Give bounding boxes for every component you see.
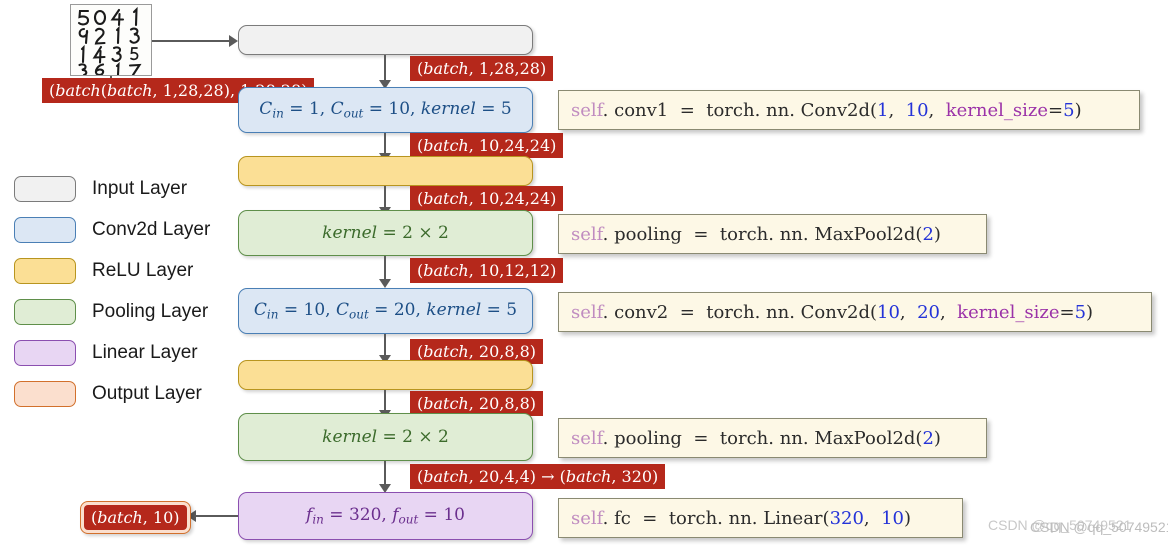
legend-item-linear: Linear Layer: [14, 332, 229, 373]
layer-box-relu1[interactable]: [238, 156, 533, 186]
legend-label-linear: Linear Layer: [92, 341, 198, 363]
layer-label-fc: fin = 320, fout = 10: [306, 505, 465, 527]
arrow-line-input-conv1: [384, 55, 387, 83]
shape-badge-7: (batch, 20,4,4) → (batch, 320): [410, 464, 666, 489]
layer-box-conv2[interactable]: Cin = 10, Cout = 20, kernel = 5: [238, 288, 533, 334]
layer-box-pool1[interactable]: kernel = 2 × 2: [238, 210, 533, 256]
shape-badge-2-text: (batch, 10,24,24): [410, 133, 564, 158]
code-text-conv2: self. conv2 = torch. nn. Conv2d(10, 20, …: [571, 301, 1094, 323]
code-text-fc: self. fc = torch. nn. Linear(320, 10): [571, 507, 912, 529]
mnist-to-input-line: [152, 40, 230, 43]
shape-badge-2: (batch, 10,24,24): [410, 133, 564, 158]
legend-item-conv2d: Conv2d Layer: [14, 209, 229, 250]
code-box-conv2[interactable]: self. conv2 = torch. nn. Conv2d(10, 20, …: [558, 292, 1152, 332]
output-badge: (batch, 10): [80, 501, 191, 534]
code-text-pool1: self. pooling = torch. nn. MaxPool2d(2): [571, 223, 941, 245]
code-text-conv1: self. conv1 = torch. nn. Conv2d(1, 10, k…: [571, 99, 1082, 121]
layer-box-pool2[interactable]: kernel = 2 × 2: [238, 413, 533, 461]
layer-box-conv1[interactable]: Cin = 1, Cout = 10, kernel = 5: [238, 87, 533, 133]
layer-box-fc[interactable]: fin = 320, fout = 10: [238, 492, 533, 540]
code-box-pool1[interactable]: self. pooling = torch. nn. MaxPool2d(2): [558, 214, 987, 254]
shape-badge-4-text: (batch, 10,12,12): [410, 258, 564, 283]
legend-item-pooling: Pooling Layer: [14, 291, 229, 332]
diagram-canvas: (batch(batch, 1,28,28), 1,28,28) Input L…: [0, 0, 1168, 545]
legend: Input Layer Conv2d Layer ReLU Layer Pool…: [14, 168, 229, 414]
shape-badge-7-text: (batch, 20,4,4) → (batch, 320): [410, 464, 666, 489]
legend-label-input: Input Layer: [92, 177, 188, 199]
mnist-to-input-arrowhead: [229, 35, 238, 47]
code-text-pool2: self. pooling = torch. nn. MaxPool2d(2): [571, 427, 941, 449]
legend-label-pooling: Pooling Layer: [92, 300, 209, 322]
mnist-sample-image: [70, 4, 152, 76]
shape-badge-4: (batch, 10,12,12): [410, 258, 564, 283]
legend-swatch-linear: [14, 339, 76, 366]
legend-label-output: Output Layer: [92, 382, 202, 404]
code-box-pool2[interactable]: self. pooling = torch. nn. MaxPool2d(2): [558, 418, 987, 458]
legend-swatch-input: [14, 175, 76, 202]
arrow-head-pool1-conv2: [379, 279, 391, 288]
shape-badge-3-text: (batch, 10,24,24): [410, 186, 564, 211]
layer-label-conv2: Cin = 10, Cout = 20, kernel = 5: [253, 300, 518, 322]
shape-badge-1-text: (batch, 1,28,28): [410, 56, 554, 81]
output-badge-text: (batch, 10): [84, 505, 187, 530]
legend-swatch-pooling: [14, 298, 76, 325]
layer-label-pool2: kernel = 2 × 2: [322, 427, 449, 447]
layer-label-conv1: Cin = 1, Cout = 10, kernel = 5: [259, 99, 512, 121]
legend-swatch-conv2d: [14, 216, 76, 243]
legend-swatch-relu: [14, 257, 76, 284]
legend-item-input: Input Layer: [14, 168, 229, 209]
shape-badge-1: (batch, 1,28,28): [410, 56, 554, 81]
legend-item-output: Output Layer: [14, 373, 229, 414]
code-box-conv1[interactable]: self. conv1 = torch. nn. Conv2d(1, 10, k…: [558, 90, 1140, 130]
layer-box-input[interactable]: [238, 25, 533, 55]
watermark-text-overlap: CSDN @qq_50749521: [1030, 519, 1168, 535]
layer-label-pool1: kernel = 2 × 2: [322, 223, 449, 243]
arrow-line-fc-output: [195, 515, 238, 518]
layer-box-relu2[interactable]: [238, 360, 533, 390]
legend-label-relu: ReLU Layer: [92, 259, 194, 281]
code-box-fc[interactable]: self. fc = torch. nn. Linear(320, 10): [558, 498, 963, 538]
shape-badge-3: (batch, 10,24,24): [410, 186, 564, 211]
legend-item-relu: ReLU Layer: [14, 250, 229, 291]
legend-swatch-output: [14, 380, 76, 407]
legend-label-conv2d: Conv2d Layer: [92, 218, 211, 240]
